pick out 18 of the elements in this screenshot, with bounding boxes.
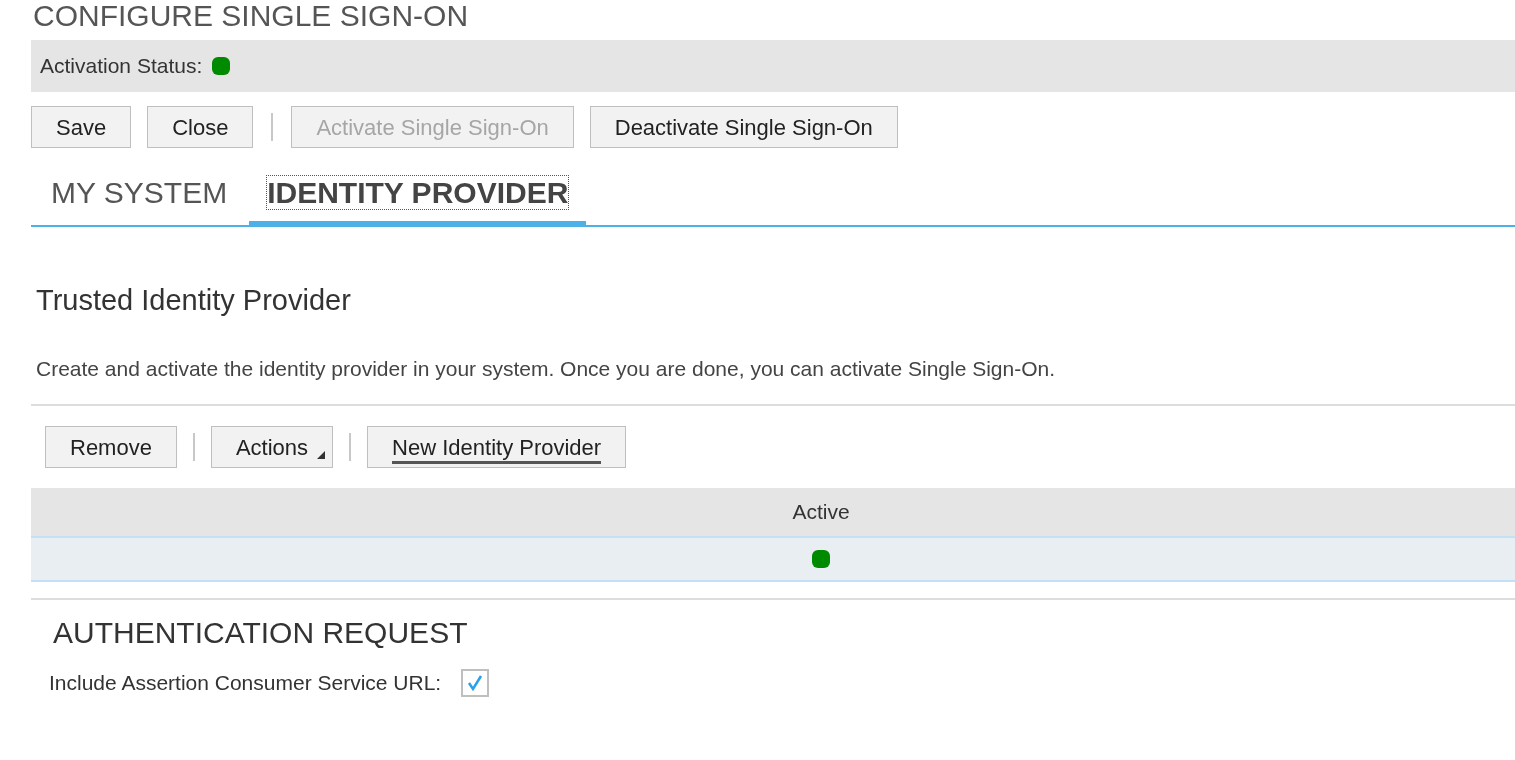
toolbar-button[interactable]: Remove bbox=[45, 426, 177, 468]
tab[interactable]: MY SYSTEM bbox=[49, 170, 230, 227]
caret-icon bbox=[317, 451, 326, 459]
toolbar-button[interactable]: Close bbox=[147, 106, 254, 148]
status-label: Activation Status: bbox=[40, 53, 203, 80]
page-title: CONFIGURE SINGLE SIGN-ON bbox=[32, 0, 470, 32]
actions-menu-button[interactable]: Actions bbox=[210, 426, 334, 468]
check-icon bbox=[466, 673, 485, 692]
checkbox[interactable] bbox=[461, 668, 490, 697]
tab[interactable]: IDENTITY PROVIDER bbox=[249, 170, 587, 227]
checkbox-label: Include Assertion Consumer Service URL: bbox=[49, 670, 442, 696]
toolbar-button[interactable]: Save bbox=[31, 106, 132, 148]
toolbar-button[interactable]: New Identity Provider bbox=[367, 426, 627, 468]
toolbar-button[interactable]: Deactivate Single Sign-On bbox=[589, 106, 898, 148]
section-title: Trusted Identity Provider bbox=[35, 283, 352, 318]
section-description: Create and activate the identity provider in your system. Once you are done, you can activate Single Sign-On. bbox=[35, 355, 1057, 382]
column-header: Active bbox=[791, 499, 851, 526]
section-title: AUTHENTICATION REQUEST bbox=[52, 615, 469, 651]
